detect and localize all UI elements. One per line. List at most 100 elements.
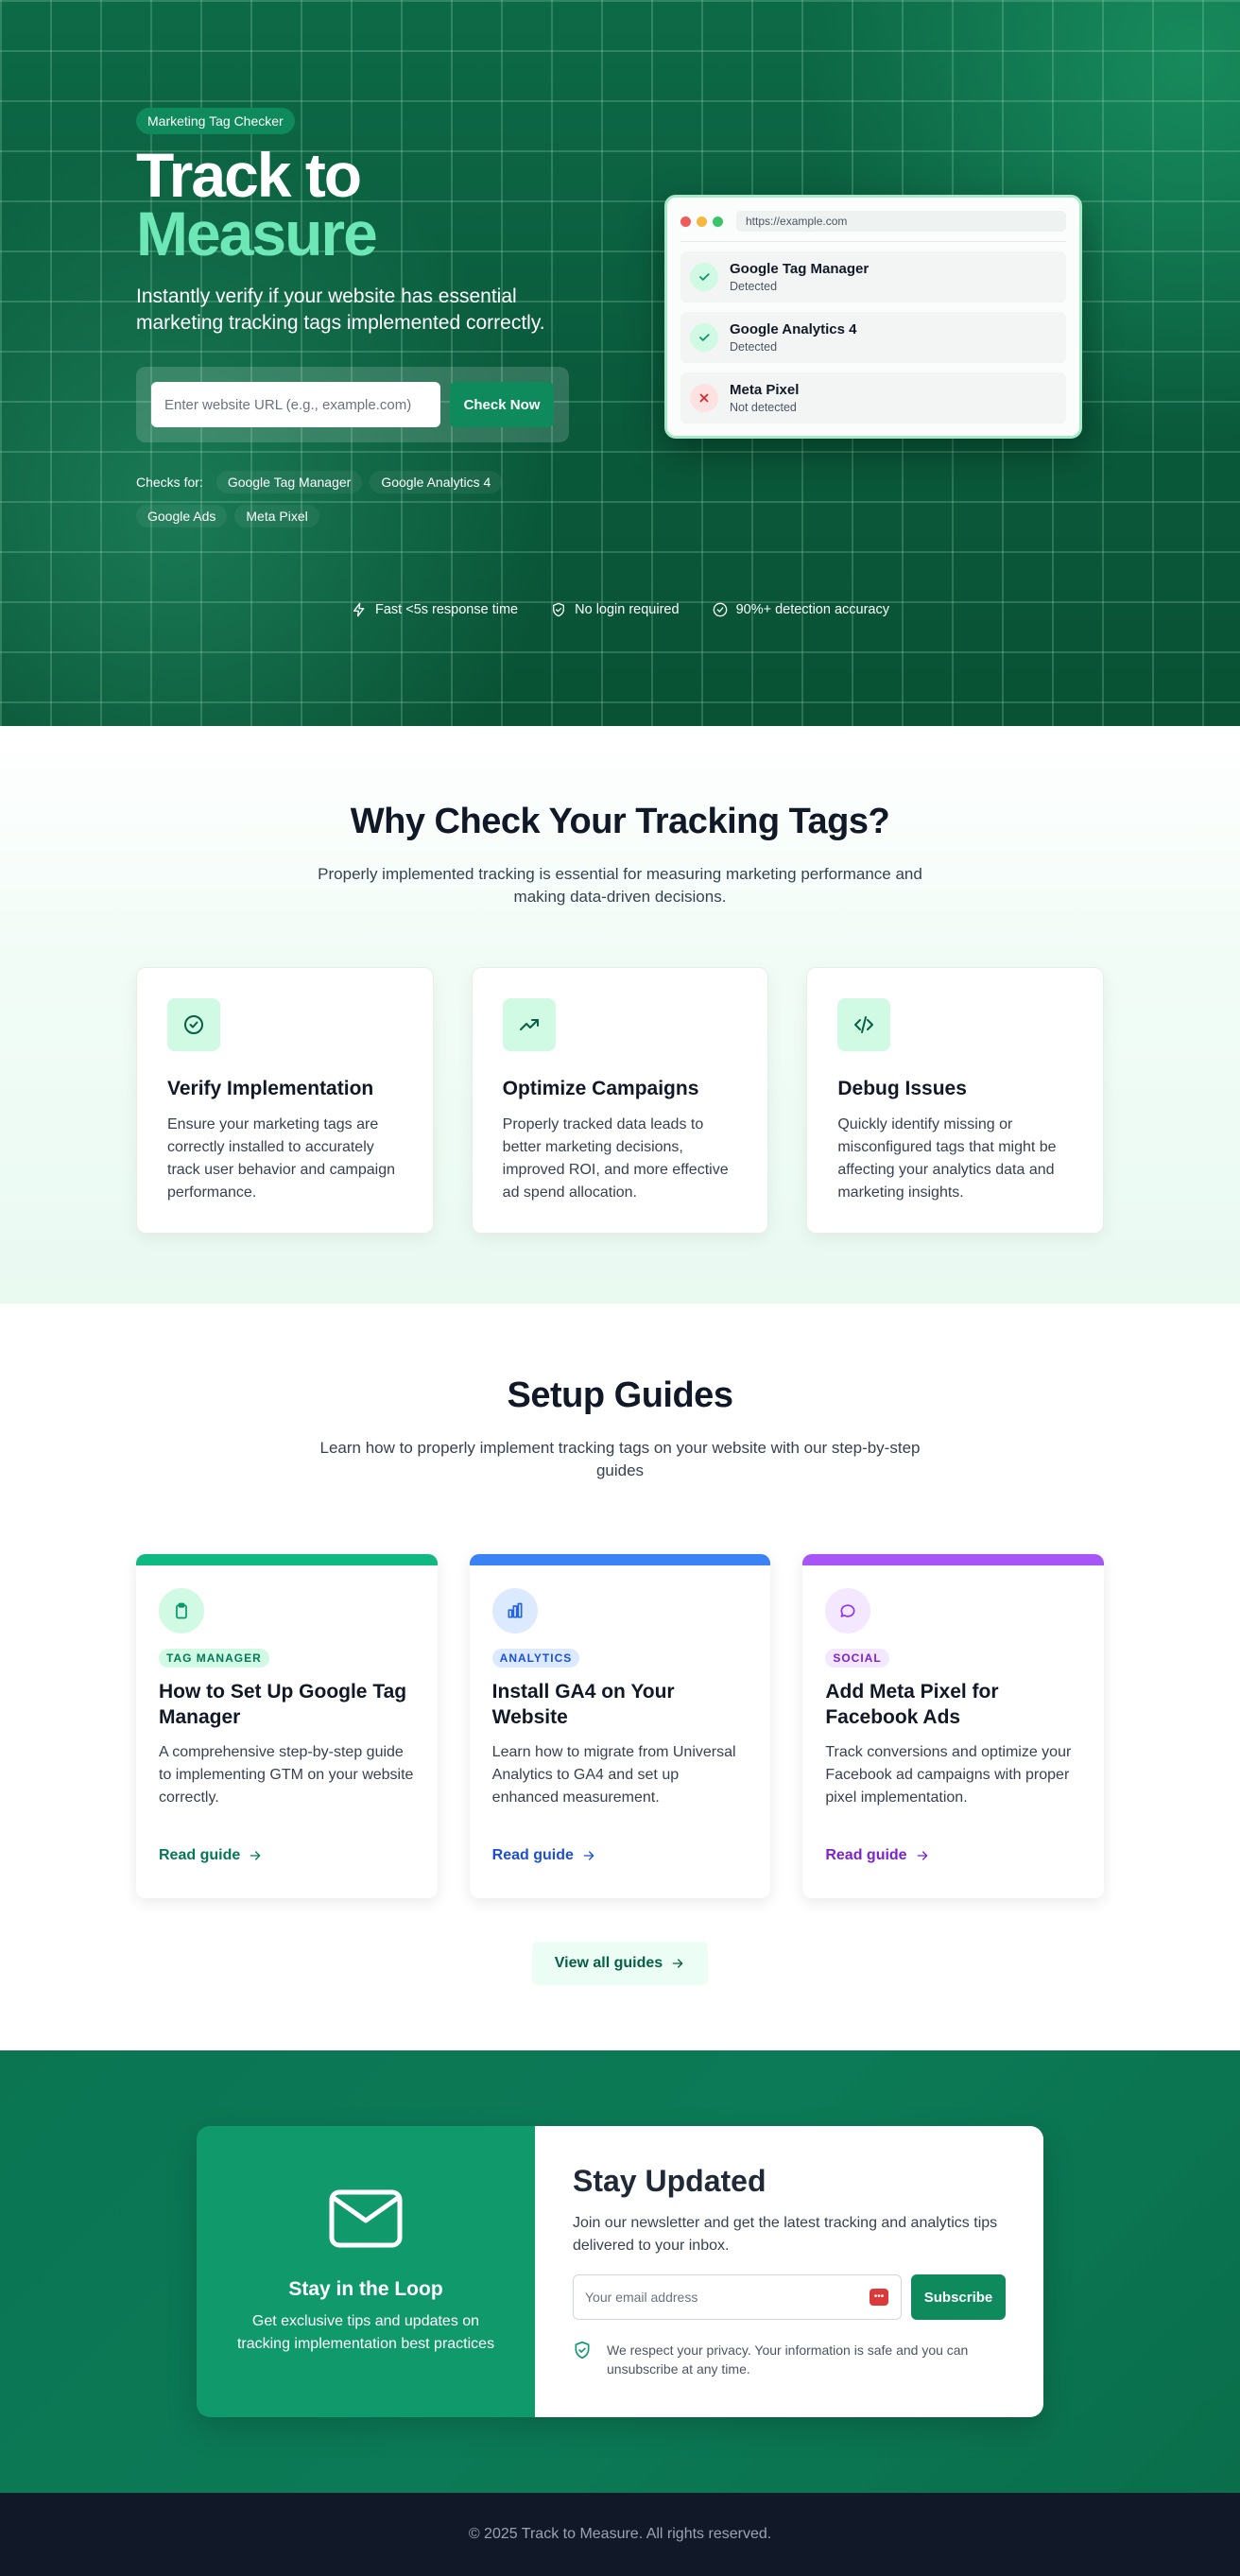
chat-icon [825, 1588, 871, 1634]
newsletter-form-panel: Stay Updated Join our newsletter and get… [535, 2126, 1043, 2417]
bar-chart-icon [491, 1588, 538, 1634]
feature-card: Debug Issues Quickly identify missing or… [806, 967, 1105, 1234]
arrow-right-icon [672, 1959, 683, 1968]
feature-card: Verify Implementation Ensure your market… [136, 967, 434, 1234]
why-title: Why Check Your Tracking Tags? [350, 802, 890, 841]
trust-item: Fast <5s response time [351, 601, 518, 618]
read-guide-link[interactable]: Read guide [492, 1847, 596, 1864]
mail-icon [328, 2188, 404, 2254]
guide-card[interactable]: ANALYTICS Install GA4 on Your Website Le… [469, 1554, 771, 1898]
password-manager-icon[interactable]: ••• [870, 2289, 888, 2306]
view-all-guides-button[interactable]: View all guides [531, 1942, 709, 1985]
guide-card[interactable]: TAG MANAGER How to Set Up Google Tag Man… [136, 1554, 438, 1898]
feature-text: Properly tracked data leads to better ma… [502, 1116, 729, 1201]
tag-name: Google Tag Manager [730, 261, 870, 277]
check-icon [690, 263, 718, 291]
view-all-label: View all guides [554, 1955, 663, 1971]
feature-card: Optimize Campaigns Properly tracked data… [471, 967, 769, 1234]
read-guide-label: Read guide [491, 1847, 574, 1863]
check-chip: Google Analytics 4 [370, 471, 503, 493]
guide-category-tag: ANALYTICS [491, 1649, 580, 1668]
trust-label: Fast <5s response time [375, 602, 519, 617]
check-circle-icon [167, 998, 220, 1051]
website-url-input[interactable] [151, 382, 440, 427]
feature-title: Optimize Campaigns [502, 1078, 699, 1099]
guide-title: Add Meta Pixel for Facebook Ads [825, 1681, 999, 1728]
email-input[interactable] [573, 2274, 902, 2320]
why-section: Why Check Your Tracking Tags? Properly i… [0, 726, 1240, 1304]
trust-label: 90%+ detection accuracy [735, 602, 889, 617]
guides-subtitle: Learn how to properly implement tracking… [319, 1439, 921, 1479]
tag-result-row: Google Analytics 4 Detected [680, 312, 1066, 363]
why-subtitle: Properly implemented tracking is essenti… [318, 865, 922, 906]
guide-category-tag: TAG MANAGER [159, 1649, 269, 1668]
subscribe-button[interactable]: Subscribe [911, 2274, 1006, 2320]
window-close-dot [680, 216, 691, 227]
hero-badge: Marketing Tag Checker [136, 108, 295, 134]
check-icon [690, 323, 718, 352]
feature-title: Debug Issues [837, 1078, 967, 1099]
guide-accent-bar [469, 1554, 771, 1565]
newsletter-description: Join our newsletter and get the latest t… [573, 2215, 998, 2254]
guide-card[interactable]: SOCIAL Add Meta Pixel for Facebook Ads T… [802, 1554, 1105, 1898]
email-field-wrapper: ••• [573, 2274, 902, 2320]
read-guide-label: Read guide [159, 1847, 241, 1863]
arrow-right-icon [917, 1851, 927, 1860]
browser-preview: https://example.com Google Tag Manager D… [664, 195, 1082, 439]
read-guide-label: Read guide [825, 1847, 907, 1863]
tag-result-row: Google Tag Manager Detected [680, 251, 1066, 303]
checks-for-list: Checks for: Google Tag Manager Google An… [136, 471, 580, 527]
guide-title: Install GA4 on Your Website [491, 1681, 675, 1728]
read-guide-link[interactable]: Read guide [159, 1847, 263, 1864]
hero-title-line2: Measure [136, 199, 378, 268]
read-guide-link[interactable]: Read guide [825, 1847, 929, 1864]
newsletter-promo-text: Get exclusive tips and updates on tracki… [236, 2312, 495, 2352]
newsletter-card: Stay in the Loop Get exclusive tips and … [197, 2126, 1043, 2417]
guide-text: A comprehensive step-by-step guide to im… [159, 1744, 414, 1806]
feature-title: Verify Implementation [167, 1078, 374, 1099]
trust-label: No login required [575, 602, 680, 617]
tag-status: Detected [730, 340, 778, 354]
subscribe-form: ••• Subscribe [573, 2274, 1006, 2320]
hero-subtitle: Instantly verify if your website has ess… [136, 285, 545, 334]
browser-toolbar: https://example.com [680, 211, 1066, 242]
window-maximize-dot [713, 216, 723, 227]
privacy-text: We respect your privacy. Your informatio… [607, 2343, 969, 2377]
check-chip: Meta Pixel [234, 505, 319, 527]
check-now-button[interactable]: Check Now [450, 382, 554, 427]
guides-title: Setup Guides [507, 1375, 733, 1415]
window-minimize-dot [697, 216, 707, 227]
tag-name: Meta Pixel [730, 382, 800, 398]
arrow-right-icon [250, 1851, 261, 1860]
tag-name: Google Analytics 4 [730, 321, 857, 337]
guide-accent-bar [136, 1554, 438, 1565]
hero-content: Marketing Tag Checker Track to Measure I… [136, 108, 571, 527]
checks-for-label: Checks for: [136, 475, 203, 490]
shield-check-icon [550, 601, 567, 618]
shield-check-icon [573, 2341, 592, 2360]
why-cards: Verify Implementation Ensure your market… [136, 967, 1105, 1234]
guide-text: Track conversions and optimize your Face… [825, 1744, 1072, 1806]
hero-section: Marketing Tag Checker Track to Measure I… [0, 0, 1240, 726]
feature-text: Quickly identify missing or misconfigure… [837, 1116, 1057, 1201]
tag-status: Detected [730, 280, 778, 293]
guides-section: Setup Guides Learn how to properly imple… [0, 1304, 1240, 2050]
trust-indicators: Fast <5s response time No login required… [0, 601, 1240, 618]
trust-item: 90%+ detection accuracy [712, 601, 889, 618]
guide-accent-bar [802, 1554, 1105, 1565]
check-chip: Google Ads [136, 505, 228, 527]
newsletter-promo: Stay in the Loop Get exclusive tips and … [197, 2126, 535, 2417]
arrow-right-icon [583, 1851, 594, 1860]
browser-address-bar: https://example.com [736, 211, 1066, 232]
tag-status: Not detected [730, 401, 797, 414]
x-icon [690, 384, 718, 412]
hero-title: Track to Measure [136, 140, 571, 268]
check-circle-icon [712, 601, 729, 618]
copyright-text: © 2025 Track to Measure. All rights rese… [468, 2526, 772, 2542]
newsletter-promo-title: Stay in the Loop [288, 2277, 443, 2300]
footer: © 2025 Track to Measure. All rights rese… [0, 2493, 1240, 2576]
url-check-form: Check Now [136, 367, 569, 442]
clipboard-icon [159, 1588, 204, 1634]
code-icon [837, 998, 891, 1051]
hero-title-line1: Track to [136, 140, 362, 210]
